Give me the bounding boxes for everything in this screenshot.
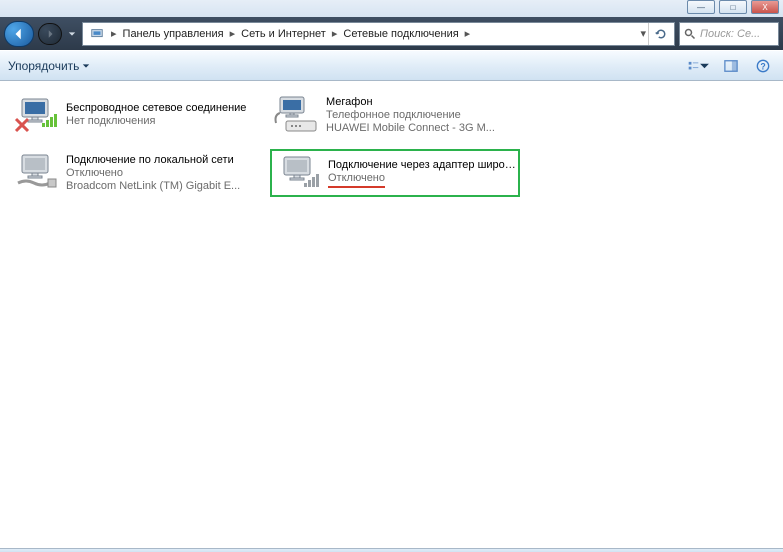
breadcrumb-network-internet[interactable]: Сеть и Интернет <box>237 23 330 45</box>
connection-title: Беспроводное сетевое соединение <box>66 102 258 115</box>
organize-menu[interactable]: Упорядочить <box>8 59 90 73</box>
chevron-down-icon <box>699 59 710 73</box>
connection-title: Мегафон <box>326 96 518 109</box>
breadcrumb-separator: ▸ <box>330 27 340 40</box>
organize-label: Упорядочить <box>8 59 79 73</box>
connection-status: Отключено <box>328 172 516 188</box>
arrow-right-icon <box>45 29 55 39</box>
connection-device: Broadcom NetLink (TM) Gigabit E... <box>66 180 258 193</box>
toolbar: Упорядочить ? <box>0 50 783 81</box>
search-icon <box>684 28 696 40</box>
refresh-button[interactable] <box>648 23 672 45</box>
chevron-down-icon <box>68 30 76 38</box>
refresh-icon <box>655 28 667 40</box>
connection-item-megafon[interactable]: Мегафон Телефонное подключение HUAWEI Mo… <box>270 91 520 139</box>
connection-item-ethernet[interactable]: Подключение по локальной сети Отключено … <box>10 149 260 197</box>
minimize-button[interactable]: — <box>687 0 715 14</box>
connection-title: Подключение через адаптер широкополосной… <box>328 159 516 172</box>
connection-item-wireless[interactable]: Беспроводное сетевое соединение Нет подк… <box>10 91 260 139</box>
breadcrumb-control-panel[interactable]: Панель управления <box>119 23 228 45</box>
search-input[interactable]: Поиск: Се... <box>679 22 779 46</box>
breadcrumb-separator: ▸ <box>109 27 119 40</box>
view-icon <box>688 59 699 73</box>
breadcrumb-separator: ▸ <box>463 27 473 40</box>
svg-text:?: ? <box>760 61 765 71</box>
network-folder-icon <box>89 26 105 42</box>
help-button[interactable]: ? <box>751 54 775 78</box>
status-bar <box>0 548 783 552</box>
breadcrumb-network-connections[interactable]: Сетевые подключения <box>339 23 462 45</box>
dialup-icon <box>272 95 320 135</box>
chevron-down-icon <box>82 62 90 70</box>
help-icon: ? <box>756 59 770 73</box>
arrow-left-icon <box>12 27 26 41</box>
forward-button <box>38 23 62 45</box>
connection-device: HUAWEI Mobile Connect - 3G M... <box>326 122 518 135</box>
maximize-button[interactable]: □ <box>719 0 747 14</box>
address-dropdown[interactable]: ▾ <box>638 27 648 40</box>
breadcrumb-separator: ▸ <box>228 27 238 40</box>
history-dropdown[interactable] <box>66 30 78 38</box>
back-button[interactable] <box>4 21 34 47</box>
titlebar: — □ X <box>0 0 783 17</box>
connection-title: Подключение по локальной сети <box>66 154 258 167</box>
preview-pane-icon <box>724 59 738 73</box>
address-bar[interactable]: ▸ Панель управления ▸ Сеть и Интернет ▸ … <box>82 22 675 46</box>
wifi-disabled-icon <box>12 95 60 135</box>
mobile-broadband-icon <box>274 153 322 193</box>
preview-pane-button[interactable] <box>719 54 743 78</box>
ethernet-off-icon <box>12 153 60 193</box>
connection-status: Нет подключения <box>66 115 258 128</box>
connection-status: Телефонное подключение <box>326 109 518 122</box>
connections-pane: Беспроводное сетевое соединение Нет подк… <box>0 81 783 548</box>
view-options-button[interactable] <box>687 54 711 78</box>
connection-item-mobile-broadband[interactable]: Подключение через адаптер широкополосной… <box>270 149 520 197</box>
navigation-bar: ▸ Панель управления ▸ Сеть и Интернет ▸ … <box>0 17 783 50</box>
connection-status: Отключено <box>66 167 258 180</box>
search-placeholder: Поиск: Се... <box>700 28 760 40</box>
close-button[interactable]: X <box>751 0 779 14</box>
